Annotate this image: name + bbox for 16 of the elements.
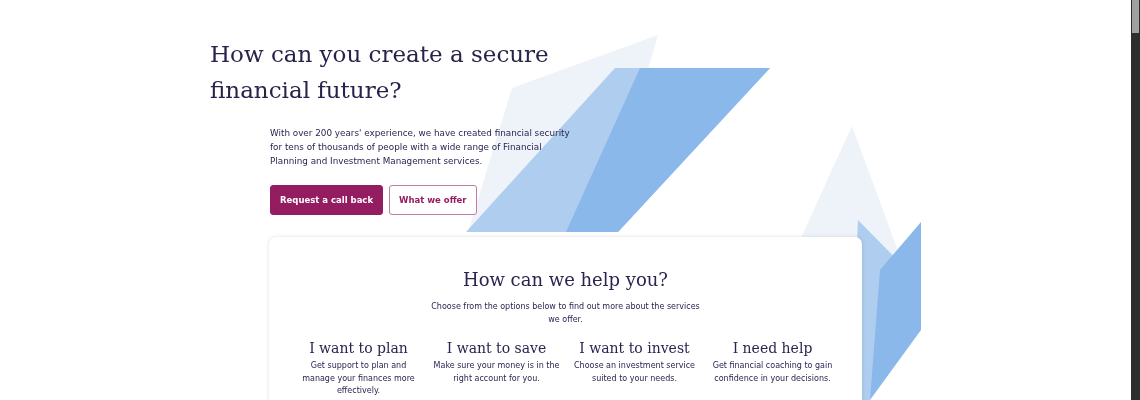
option-heading[interactable]: I want to invest: [569, 340, 700, 356]
scrollbar[interactable]: [1131, 0, 1140, 400]
option-heading[interactable]: I want to save: [431, 340, 562, 356]
help-subtitle: Choose from the options below to find out more about the services we offer.: [430, 301, 701, 326]
option-heading[interactable]: I want to plan: [293, 340, 424, 356]
offer-button[interactable]: What we offer: [389, 185, 477, 215]
help-heading: How can we help you?: [461, 269, 670, 290]
hero-heading: How can you create a secure financial future?: [210, 40, 550, 105]
call-back-button[interactable]: Request a call back: [270, 185, 384, 215]
option-heading[interactable]: I need help: [707, 340, 838, 356]
intro-text: With over 200 years' experience, we have created financial security for tens of thousands of people with a wide range of Financial Planning and Investment Management services.: [270, 127, 570, 168]
option-text: Choose an investment service suited to your needs.: [573, 360, 696, 385]
option-text: Get financial coaching to gain confidence in your decisions.: [711, 360, 834, 385]
option-text: Make sure your money is in the right account for you.: [432, 360, 561, 385]
scrollbar-thumb[interactable]: [1132, 0, 1139, 33]
option-text: Get support to plan and manage your finances more effectively.: [301, 360, 416, 397]
